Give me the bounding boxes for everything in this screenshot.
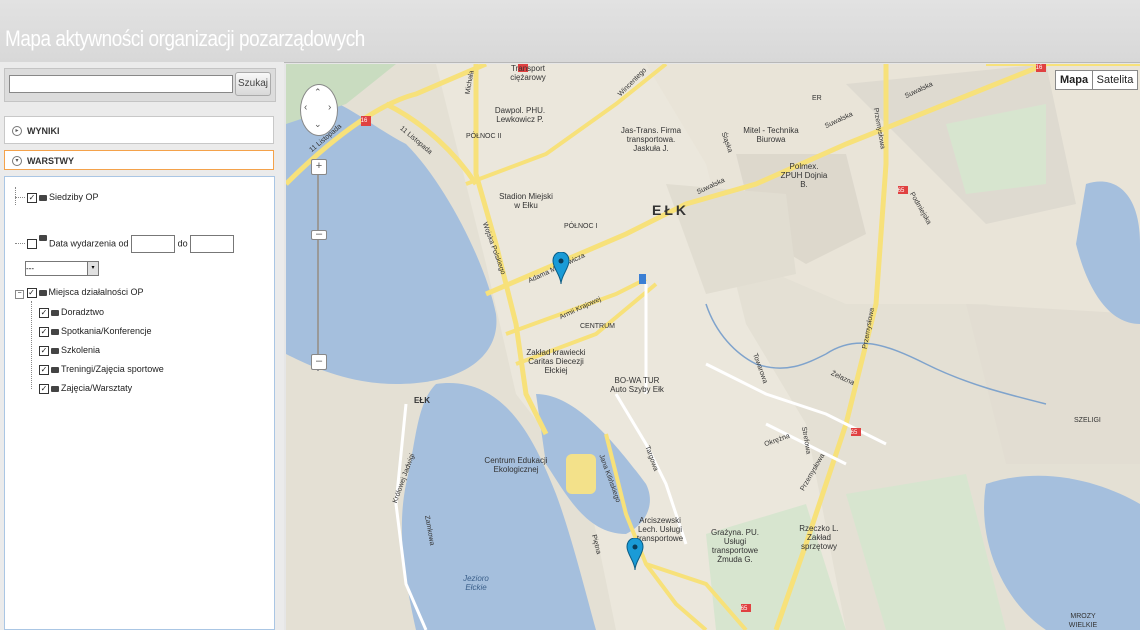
dropdown-arrow-icon[interactable]: ▾ (87, 262, 98, 275)
district-label: SZELIGI (1074, 417, 1101, 424)
layer-child: ✓ Doradztwo (39, 307, 104, 318)
zoom-in-button[interactable]: + (311, 159, 327, 175)
date-filter: Data wydarzenia od do (27, 235, 235, 253)
poi-label: Zakład krawiecki Caritas Diecezji Ełckie… (526, 348, 586, 375)
search-button[interactable]: Szukaj (235, 72, 271, 96)
date-to-input[interactable] (190, 235, 235, 253)
siedziby-checkbox[interactable]: ✓ (27, 192, 37, 203)
folder-icon (51, 366, 59, 373)
district-label: PÓŁNOC I (564, 223, 598, 230)
district-label: PÓŁNOC II (466, 133, 502, 140)
poi-label: Centrum Edukacji Ekologicznej (484, 456, 548, 474)
child-checkbox[interactable]: ✓ (39, 326, 49, 337)
road-number-label: 65 (740, 606, 748, 612)
road-number-label: 16 (360, 118, 368, 124)
poi-label: Mitel - Technika Biurowa (743, 126, 799, 144)
tree-collapse-icon[interactable]: − (15, 290, 24, 299)
miejsca-label: Miejsca działalności OP (48, 287, 144, 297)
miejsca-checkbox[interactable]: ✓ (26, 287, 37, 298)
road-number-label: 65 (850, 430, 858, 436)
layer-child: ✓ Treningi/Zajęcia sportowe (39, 364, 164, 375)
folder-icon (51, 309, 59, 316)
layer-child: ✓ Zajęcia/Warsztaty (39, 383, 132, 394)
lake-label: Jezioro Ełckie (463, 574, 489, 592)
zoom-out-button[interactable]: – (311, 354, 327, 370)
poi-label: Jas-Trans. Firma transportowa. Jaskuła J… (620, 126, 682, 153)
city-label: EŁK (652, 202, 689, 218)
layers-label: WARSTWY (27, 156, 74, 166)
results-label: WYNIKI (27, 126, 60, 136)
date-select[interactable]: --- ▾ (25, 261, 99, 276)
collapse-icon[interactable]: ▾ (12, 156, 22, 166)
map-type-satellite-button[interactable]: Satelita (1092, 70, 1138, 90)
child-label: Szkolenia (61, 345, 101, 355)
child-checkbox[interactable]: ✓ (39, 383, 49, 394)
results-panel-header[interactable]: ▸ WYNIKI (4, 116, 274, 144)
poi-label: Dawpol. PHU. Lewkowicz P. (494, 106, 546, 124)
pan-right-icon[interactable]: › (328, 102, 331, 113)
district-label: MROZY WIELKIE (1068, 613, 1098, 629)
date-label: Data wydarzenia od (49, 238, 129, 249)
folder-icon (51, 328, 59, 335)
zoom-slider[interactable] (311, 159, 325, 371)
select-value: --- (26, 264, 34, 273)
district-label: CENTRUM (580, 323, 615, 330)
pan-up-icon[interactable]: ⌃ (314, 87, 322, 98)
poi-label: Stadion Miejski w Ełku (499, 192, 553, 210)
expand-icon[interactable]: ▸ (12, 126, 22, 136)
zoom-handle[interactable]: – (311, 229, 327, 240)
layers-tree: ✓ Siedziby OP Data wydarzenia od do --- ▾… (4, 176, 275, 630)
date-from-input[interactable] (131, 235, 176, 253)
child-checkbox[interactable]: ✓ (39, 345, 49, 356)
layer-miejsca: − ✓ Miejsca działalności OP (15, 287, 144, 299)
poi-label: BO-WA TUR Auto Szyby Ełk (610, 376, 664, 394)
folder-icon (39, 235, 47, 241)
zoom-track (317, 159, 319, 371)
pan-down-icon[interactable]: ⌄ (314, 119, 322, 130)
child-checkbox[interactable]: ✓ (39, 364, 49, 375)
poi-label: Rzeczko L. Zakład sprzętowy (799, 524, 839, 551)
app-header: Mapa aktywności organizacji pozarządowyc… (0, 0, 1140, 63)
child-label: Treningi/Zajęcia sportowe (61, 364, 164, 374)
poi-label: Grażyna. PU. Usługi transportowe Żmuda G… (710, 528, 759, 564)
child-checkbox[interactable]: ✓ (39, 307, 49, 318)
date-checkbox[interactable] (27, 239, 37, 249)
child-label: Doradztwo (61, 307, 105, 317)
layer-child: ✓ Spotkania/Konferencje (39, 326, 152, 337)
map-marker-icon[interactable] (626, 538, 644, 570)
layer-siedziby: ✓ Siedziby OP (27, 192, 99, 203)
map-label: ER (812, 95, 822, 102)
map-type-map-button[interactable]: Mapa (1055, 70, 1093, 90)
map-marker-icon[interactable] (552, 252, 570, 284)
road-number-label: 16 (1035, 65, 1043, 71)
folder-icon (51, 347, 59, 354)
district-label: EŁK (414, 396, 430, 405)
pan-left-icon[interactable]: ‹ (304, 102, 307, 113)
folder-icon (38, 289, 47, 296)
map-canvas[interactable]: Mapa Satelita ⌃ ‹ › ⌄ + – – EŁK EŁK PÓŁN… (286, 64, 1140, 630)
poi-label: Transport ciężarowy (510, 64, 546, 82)
search-bar: Szukaj (4, 68, 276, 102)
app-title: Mapa aktywności organizacji pozarządowyc… (5, 26, 365, 51)
sidebar: Szukaj ▸ WYNIKI ▾ WARSTWY ✓ Siedziby OP D… (0, 62, 284, 630)
folder-icon (39, 194, 47, 201)
siedziby-label: Siedziby OP (49, 192, 99, 202)
road-number-label: 65 (897, 188, 905, 194)
poi-label: Polmex. ZPUH Dojnia B. (780, 162, 828, 189)
search-input[interactable] (9, 75, 233, 93)
layers-panel-header[interactable]: ▾ WARSTWY (4, 150, 274, 170)
layer-child: ✓ Szkolenia (39, 345, 100, 356)
child-label: Zajęcia/Warsztaty (61, 383, 133, 393)
date-to-label: do (177, 238, 188, 249)
child-label: Spotkania/Konferencje (61, 326, 152, 336)
folder-icon (51, 385, 59, 392)
